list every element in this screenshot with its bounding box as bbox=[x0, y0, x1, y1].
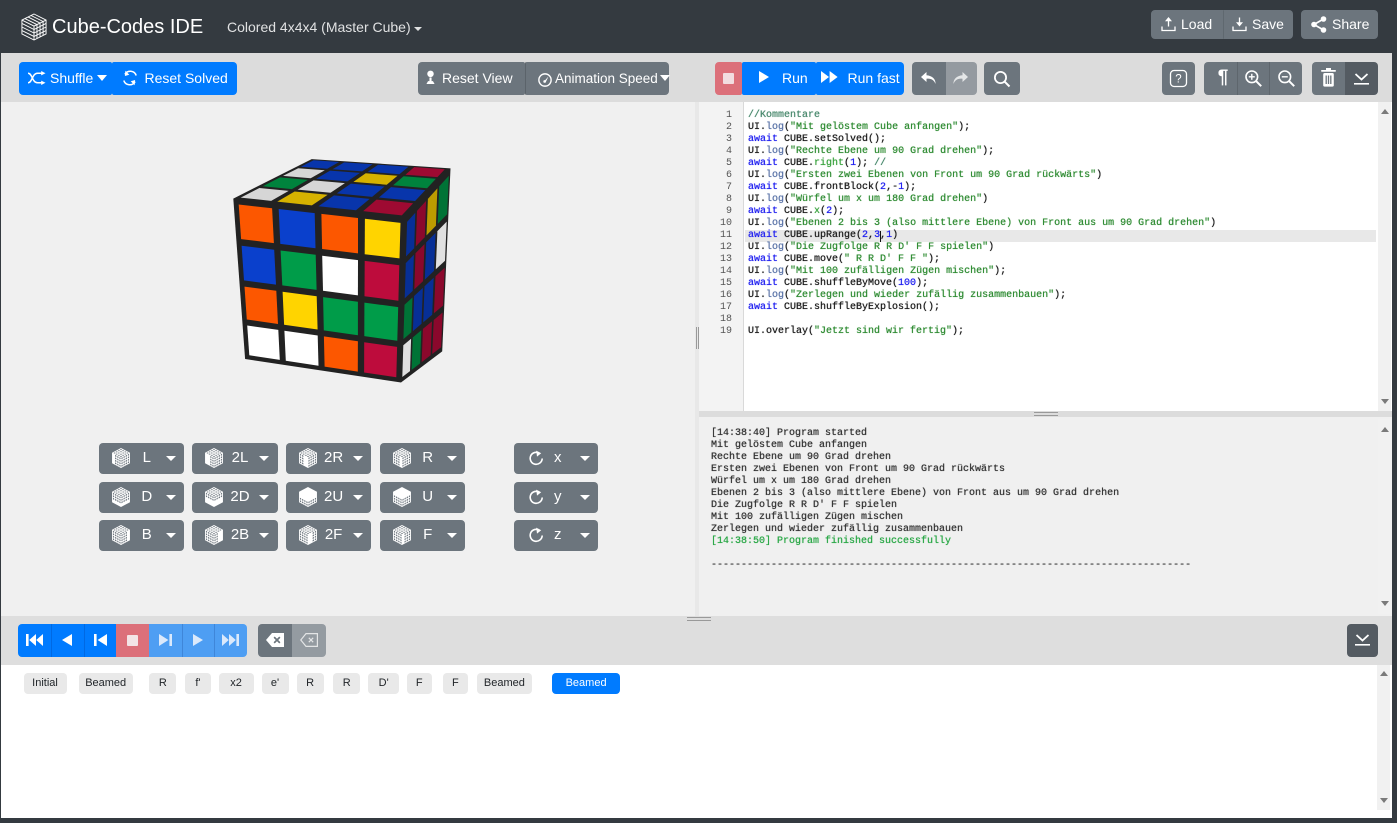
svg-text:?: ? bbox=[1175, 74, 1181, 86]
